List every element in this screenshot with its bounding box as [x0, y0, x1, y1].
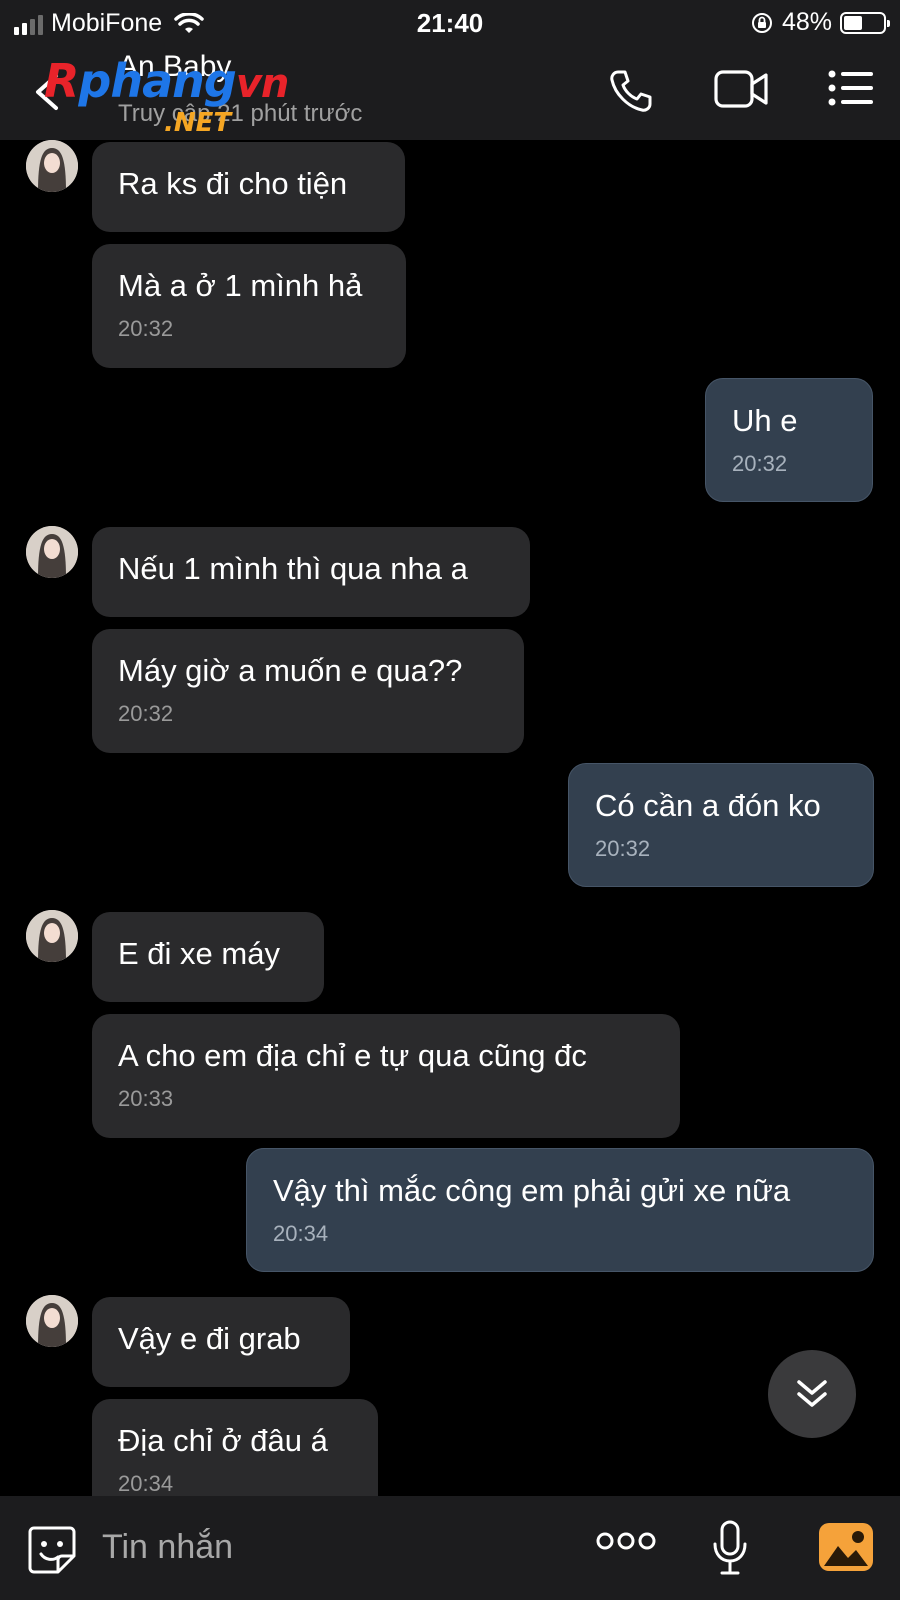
video-camera-icon[interactable] [714, 68, 770, 110]
message-bubble-incoming[interactable]: Vậy e đi grab [92, 1297, 350, 1387]
message-text: Uh e [732, 403, 798, 438]
double-chevron-down-icon [797, 1380, 827, 1407]
message-bubble-incoming[interactable]: Nếu 1 mình thì qua nha a [92, 527, 530, 617]
message-time: 20:32 [595, 836, 651, 861]
contact-avatar[interactable] [26, 140, 78, 192]
message-text: Vậy e đi grab [118, 1321, 301, 1356]
contact-avatar[interactable] [26, 526, 78, 578]
message-text: Vậy thì mắc công em phải gửi xe nữa [273, 1173, 791, 1208]
contact-avatar[interactable] [26, 1295, 78, 1347]
message-text: Có cần a đón ko [595, 788, 821, 823]
microphone-icon[interactable] [712, 1520, 748, 1576]
watermark-logo: Rphangvn [44, 54, 289, 108]
contact-avatar[interactable] [26, 910, 78, 962]
battery-percentage: 48% [781, 8, 832, 36]
message-bubble-outgoing[interactable]: Có cần a đón ko 20:32 [568, 763, 874, 887]
message-bubble-incoming[interactable]: Ra ks đi cho tiện [92, 142, 405, 232]
message-bubble-incoming[interactable]: E đi xe máy [92, 912, 324, 1002]
message-input[interactable] [102, 1524, 562, 1570]
list-icon[interactable] [828, 68, 874, 108]
message-text: Mà a ở 1 mình hả [118, 268, 363, 303]
message-bubble-outgoing[interactable]: Vậy thì mắc công em phải gửi xe nữa 20:3… [246, 1148, 874, 1272]
message-time: 20:33 [118, 1086, 174, 1111]
message-text: Nếu 1 mình thì qua nha a [118, 551, 468, 586]
orientation-lock-icon [751, 12, 772, 33]
more-dots-icon[interactable] [596, 1530, 656, 1552]
image-icon[interactable] [818, 1522, 874, 1572]
message-time: 20:32 [118, 701, 174, 726]
message-list[interactable]: Ra ks đi cho tiện Mà a ở 1 mình hả 20:32… [0, 140, 900, 1496]
message-text: Ra ks đi cho tiện [118, 166, 348, 201]
message-time: 20:34 [273, 1221, 329, 1246]
watermark-logo-net: .NET [164, 108, 232, 138]
scroll-to-bottom-button[interactable] [768, 1350, 856, 1438]
message-bubble-incoming[interactable]: A cho em địa chỉ e tự qua cũng đc 20:33 [92, 1014, 680, 1138]
message-text: E đi xe máy [118, 936, 280, 971]
message-bubble-incoming[interactable]: Mà a ở 1 mình hả 20:32 [92, 244, 406, 368]
message-bubble-outgoing[interactable]: Uh e 20:32 [705, 378, 873, 502]
chat-header: An Baby Truy cập 21 phút trước Rphangvn … [0, 44, 900, 140]
message-composer [0, 1496, 900, 1600]
phone-icon[interactable] [608, 68, 654, 114]
battery-icon [840, 11, 890, 34]
message-text: Máy giờ a muốn e qua?? [118, 653, 463, 688]
message-time: 20:32 [118, 316, 174, 341]
message-text: Địa chỉ ở đâu á [118, 1423, 328, 1458]
message-bubble-incoming[interactable]: Máy giờ a muốn e qua?? 20:32 [92, 629, 524, 753]
sticker-face-icon[interactable] [26, 1524, 78, 1576]
message-bubble-incoming[interactable]: Địa chỉ ở đâu á 20:34 [92, 1399, 378, 1496]
status-bar: MobiFone 21:40 48% [0, 0, 900, 44]
message-text: A cho em địa chỉ e tự qua cũng đc [118, 1038, 587, 1073]
message-time: 20:34 [118, 1471, 174, 1496]
message-time: 20:32 [732, 451, 788, 476]
